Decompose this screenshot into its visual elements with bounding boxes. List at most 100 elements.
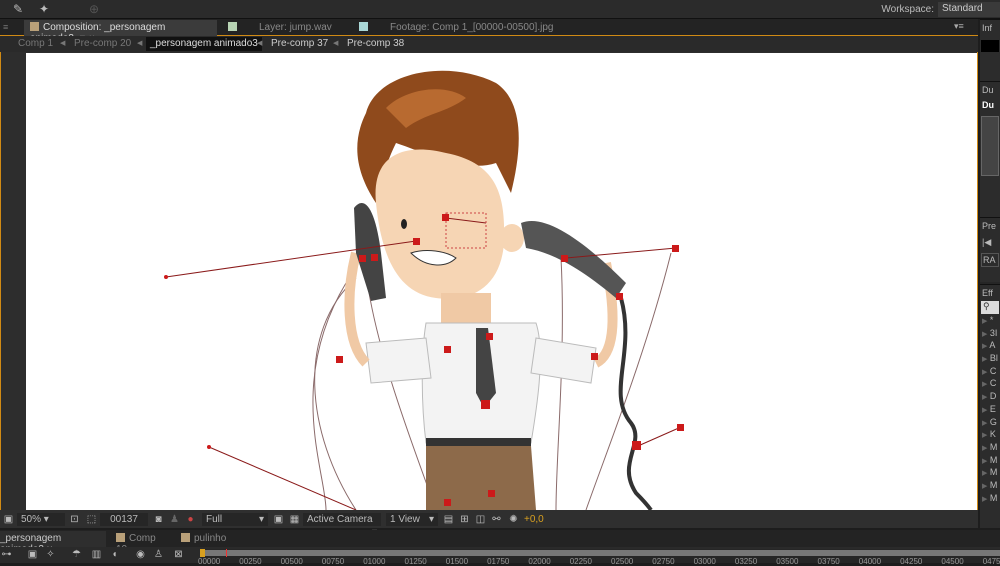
arrow-left-icon: ◀ bbox=[257, 40, 263, 47]
effects-category[interactable]: ▶ G bbox=[980, 416, 1000, 429]
effects-category[interactable]: ▶ K bbox=[980, 428, 1000, 441]
exposure-value[interactable]: +0,0 bbox=[524, 514, 544, 525]
composition-viewer[interactable] bbox=[26, 53, 977, 510]
current-time-indicator[interactable] bbox=[226, 549, 227, 557]
ruler-tick: 03250 bbox=[734, 557, 758, 566]
timeline-tab-comp-10[interactable]: Comp 10 bbox=[110, 531, 172, 555]
breadcrumb-current[interactable]: _personagem animado3 bbox=[146, 37, 262, 51]
ram-preview-button[interactable]: RA bbox=[981, 253, 999, 267]
snap-icon[interactable]: ⊕ bbox=[84, 2, 104, 17]
tools-bar: ✎ ✦ ⊕ Workspace: Standard bbox=[0, 0, 1000, 19]
preview-panel: Pre |◀ RA bbox=[980, 217, 1000, 282]
search-icon[interactable]: ⚲ bbox=[981, 301, 999, 314]
views-value: 1 View bbox=[390, 514, 420, 525]
time-ruler[interactable]: 00000 00250 00500 00750 01000 01250 01500 01750… bbox=[198, 549, 1000, 566]
puppet-pin-tool-icon[interactable]: ✦ bbox=[34, 2, 54, 17]
lock-icon[interactable]: ♙ bbox=[152, 548, 165, 561]
effects-category[interactable]: ▶ M bbox=[980, 492, 1000, 505]
effects-category[interactable]: ▶ A bbox=[980, 339, 1000, 352]
character-artwork bbox=[164, 70, 684, 510]
workspace-select[interactable]: Standard bbox=[938, 2, 1000, 17]
tab-layer[interactable]: Layer: jump.wav bbox=[222, 20, 347, 36]
effects-category[interactable]: ▶ * bbox=[980, 314, 1000, 327]
workspace-label: Workspace: bbox=[881, 4, 934, 15]
effects-category[interactable]: ▶ C bbox=[980, 377, 1000, 390]
effects-category[interactable]: ▶ M bbox=[980, 479, 1000, 492]
toggle-pixel-aspect-icon[interactable]: ▤ bbox=[442, 513, 455, 526]
ruler-tick: 04750 bbox=[982, 557, 1000, 566]
fast-previews-icon[interactable]: ▣ bbox=[272, 513, 285, 526]
effects-category[interactable]: ▶ M bbox=[980, 441, 1000, 454]
graph-editor-icon[interactable]: ◉ bbox=[134, 548, 147, 561]
puppet-starch-tool-icon[interactable]: ✎ bbox=[8, 2, 28, 17]
breadcrumb-pre-comp-38[interactable]: Pre-comp 38 bbox=[347, 38, 404, 49]
effects-category-label: 3I bbox=[989, 327, 998, 338]
camera-select[interactable]: Active Camera▾ bbox=[303, 513, 381, 538]
snapshot-icon[interactable]: ◙ bbox=[152, 513, 165, 526]
effects-category-label: C bbox=[989, 365, 997, 376]
panel-options-icon[interactable]: ▾≡ bbox=[954, 21, 964, 32]
info-panel-title[interactable]: Inf bbox=[980, 20, 1000, 36]
effects-panel-title[interactable]: Eff bbox=[980, 285, 1000, 301]
resolution-value: Full bbox=[206, 514, 223, 525]
channel-icon[interactable]: ● bbox=[184, 513, 197, 526]
breadcrumb-comp-1[interactable]: Comp 1 bbox=[18, 38, 53, 49]
effects-category-label: E bbox=[989, 403, 996, 414]
ruler-tick: 01000 bbox=[363, 557, 386, 566]
tab-footage[interactable]: Footage: Comp 1_[00000-00500].jpg bbox=[353, 20, 613, 36]
effects-category[interactable]: ▶ 3I bbox=[980, 327, 1000, 340]
always-preview-icon[interactable]: ▣ bbox=[2, 513, 15, 526]
brainstorm-icon[interactable]: ◖ bbox=[108, 548, 121, 561]
zoom-value: 50% bbox=[21, 514, 42, 525]
panel-menu-icon[interactable]: ≡ bbox=[3, 22, 8, 32]
exposure-reset-icon[interactable]: ✺ bbox=[507, 513, 520, 526]
duik-heading: Du bbox=[982, 100, 994, 110]
draft-3d-icon[interactable]: ▣ bbox=[26, 548, 39, 561]
work-area-start-handle[interactable] bbox=[200, 549, 205, 557]
effects-category[interactable]: ▶ M bbox=[980, 466, 1000, 479]
ruler-tick: 02250 bbox=[569, 557, 592, 566]
effects-category[interactable]: ▶ E bbox=[980, 403, 1000, 416]
flowchart-icon[interactable]: ⚯ bbox=[490, 513, 503, 526]
duik-buttons[interactable] bbox=[981, 116, 999, 176]
effects-category[interactable]: ▶ C bbox=[980, 365, 1000, 378]
breadcrumb-pre-comp-20[interactable]: Pre-comp 20 bbox=[74, 38, 131, 49]
ruler-tick: 04500 bbox=[941, 557, 964, 566]
checkerboard-icon[interactable]: ▦ bbox=[288, 513, 301, 526]
shy-icon[interactable]: ✧ bbox=[44, 548, 57, 561]
fast-preview-icon[interactable]: ⊞ bbox=[458, 513, 471, 526]
chart-icon[interactable]: ⊠ bbox=[172, 548, 185, 561]
show-snapshot-icon[interactable]: ♟ bbox=[168, 513, 181, 526]
frame-blending-icon[interactable]: ☂ bbox=[70, 548, 83, 561]
first-frame-icon[interactable]: |◀ bbox=[980, 234, 1000, 251]
work-area-bar[interactable] bbox=[203, 550, 1000, 556]
panel-tabs: ≡ Composition: _personagem animado3▾× La… bbox=[0, 19, 978, 44]
magnification-select[interactable]: 50% ▾ bbox=[17, 513, 65, 526]
timeline-icon[interactable]: ◫ bbox=[474, 513, 487, 526]
timeline-tab-pulinho[interactable]: pulinho bbox=[175, 531, 237, 547]
ruler-tick: 02750 bbox=[652, 557, 675, 566]
arrow-left-icon: ◀ bbox=[60, 40, 66, 47]
effects-category-label: K bbox=[989, 429, 996, 440]
breadcrumb-pre-comp-37[interactable]: Pre-comp 37 bbox=[271, 38, 328, 49]
motion-blur-icon[interactable]: ▥ bbox=[90, 548, 103, 561]
tab-label: Footage: Comp 1_[00000-00500].jpg bbox=[390, 22, 554, 33]
timeline-tab-personagem[interactable]: _personagem animado3 × bbox=[0, 531, 106, 555]
effects-category[interactable]: ▶ M bbox=[980, 454, 1000, 467]
view-layout-select[interactable]: 1 View ▾ bbox=[386, 513, 438, 526]
timeline-tabs: _personagem animado3 × Comp 10 pulinho bbox=[0, 530, 1000, 555]
preview-panel-title[interactable]: Pre bbox=[980, 218, 1000, 234]
transparency-grid-icon[interactable]: ⬚ bbox=[85, 513, 98, 526]
current-time[interactable]: 00137 bbox=[100, 513, 148, 526]
comp-mini-flowchart-icon[interactable]: ⊶ bbox=[0, 548, 13, 561]
tab-composition[interactable]: Composition: _personagem animado3▾× bbox=[24, 20, 217, 44]
effects-category[interactable]: ▶ D bbox=[980, 390, 1000, 403]
effects-category-label: M bbox=[989, 479, 998, 490]
swatch-icon bbox=[116, 533, 125, 542]
ruler-tick: 04250 bbox=[900, 557, 923, 566]
swatch-icon bbox=[30, 22, 39, 31]
duik-panel-title[interactable]: Du bbox=[980, 82, 1000, 98]
resolution-select[interactable]: Full ▾ bbox=[202, 513, 268, 526]
region-of-interest-icon[interactable]: ⊡ bbox=[68, 513, 81, 526]
effects-category[interactable]: ▶ Bl bbox=[980, 352, 1000, 365]
